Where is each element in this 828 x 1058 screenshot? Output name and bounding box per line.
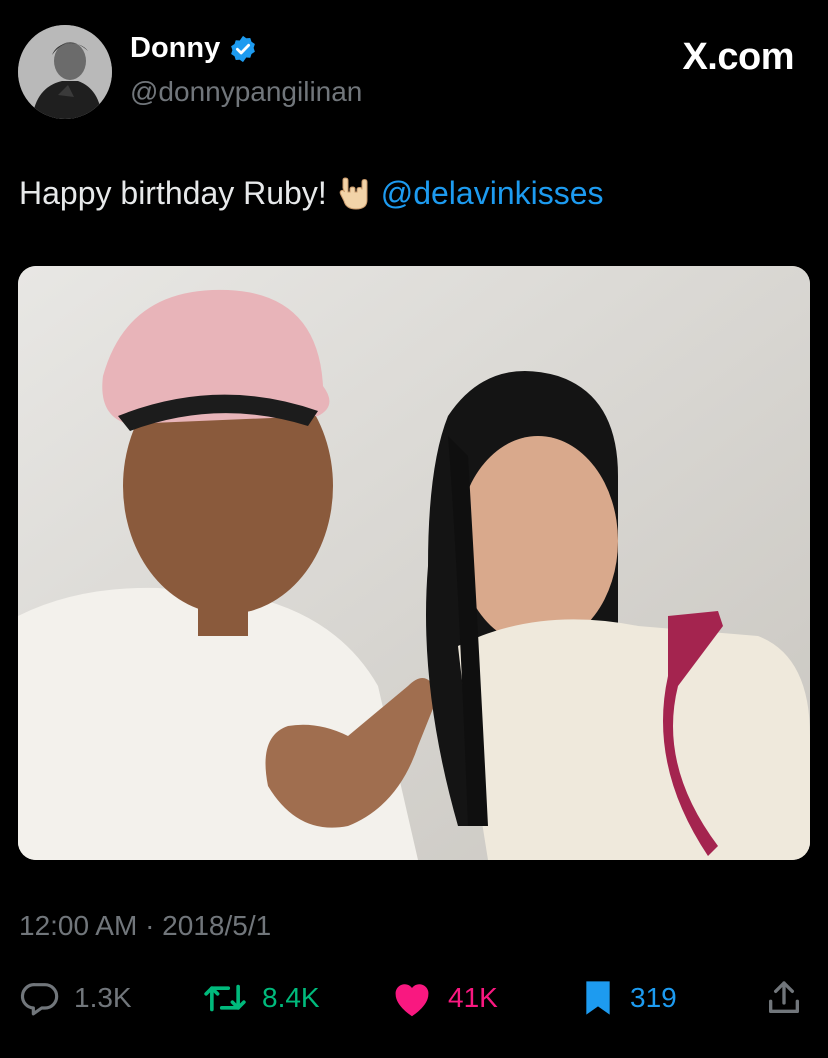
brand-logo: X.com <box>682 36 794 78</box>
heart-icon <box>390 978 434 1018</box>
retweet-count: 8.4K <box>262 982 320 1013</box>
display-name[interactable]: Donny <box>130 32 258 65</box>
retweet-icon <box>202 978 248 1018</box>
author-handle[interactable]: @donnypangilinan <box>130 76 362 108</box>
rock-on-hand-icon <box>337 176 371 212</box>
bookmark-icon <box>580 978 616 1018</box>
tweet-body: Happy birthday Ruby! <box>19 175 327 211</box>
tweet-timestamp[interactable]: 12:00 AM · 2018/5/1 <box>19 910 271 942</box>
display-name-text[interactable]: Donny <box>130 32 220 65</box>
reply-button[interactable]: 1.3K <box>20 976 132 1020</box>
verified-badge-icon <box>228 34 258 64</box>
mention-link[interactable]: @delavinkisses <box>381 175 604 212</box>
retweet-button[interactable]: 8.4K <box>202 976 320 1020</box>
reply-icon <box>20 978 60 1018</box>
avatar[interactable] <box>18 25 112 119</box>
bookmark-count: 319 <box>630 982 677 1013</box>
share-icon <box>764 978 804 1018</box>
like-button[interactable]: 41K <box>390 976 498 1020</box>
tweet-photo[interactable] <box>18 266 810 860</box>
bookmark-button[interactable]: 319 <box>580 976 677 1020</box>
reply-count: 1.3K <box>74 982 132 1013</box>
share-button[interactable] <box>764 976 804 1020</box>
like-count: 41K <box>448 982 498 1013</box>
tweet-text: Happy birthday Ruby! @delavinkisses <box>19 175 604 212</box>
